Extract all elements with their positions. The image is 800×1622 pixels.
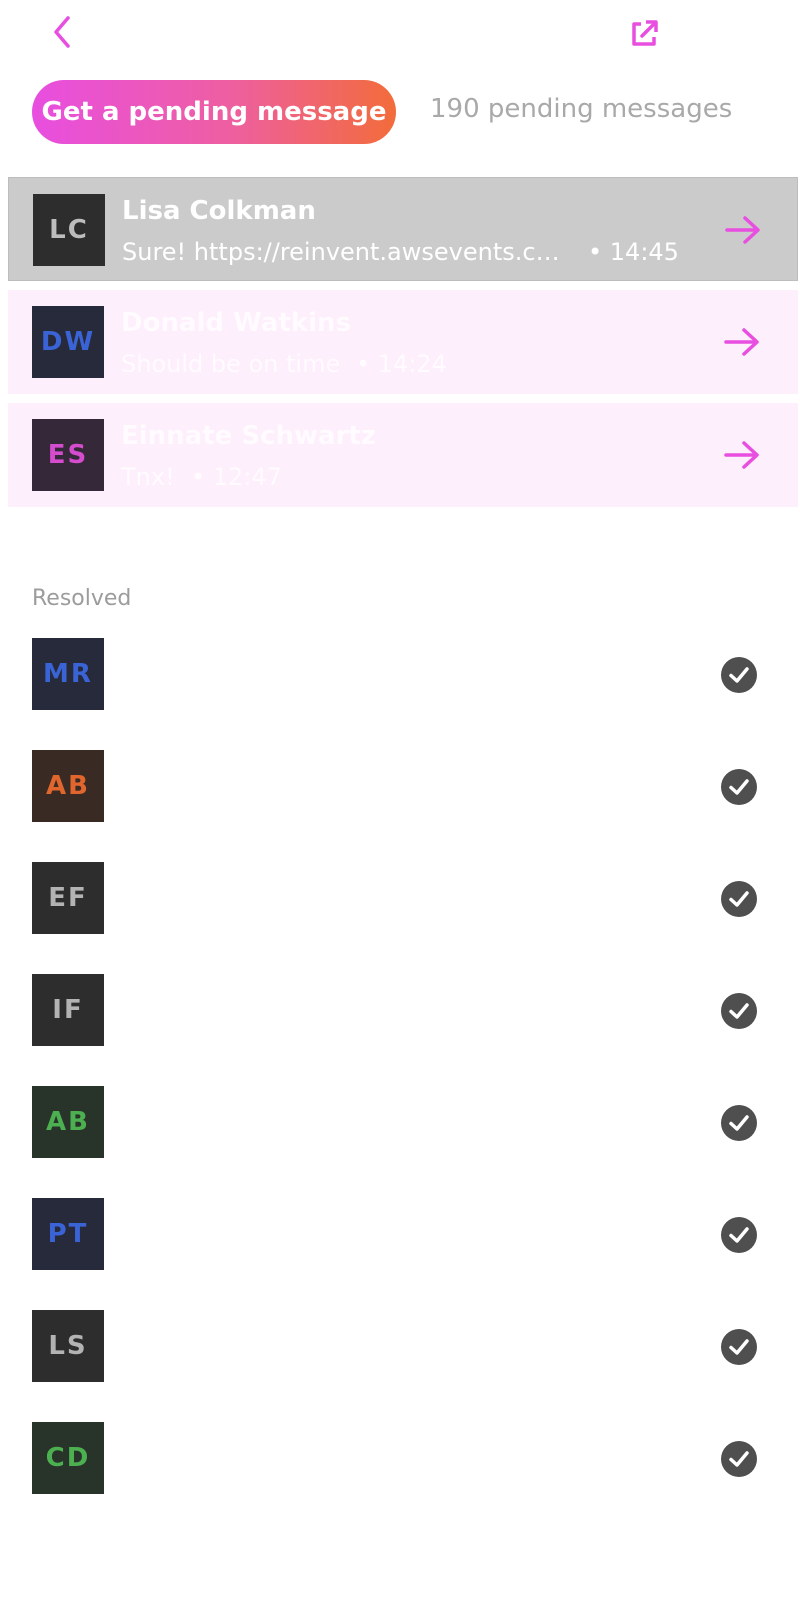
open-external-button[interactable] (628, 18, 660, 50)
arrow-right-icon[interactable] (722, 437, 762, 473)
arrow-right-icon[interactable] (722, 324, 762, 360)
check-circle-icon (720, 1104, 758, 1142)
avatar: LC (33, 194, 105, 266)
avatar: AB (32, 750, 104, 822)
get-pending-message-button[interactable]: Get a pending message (32, 80, 396, 144)
check-circle-icon (720, 656, 758, 694)
resolved-item[interactable]: CD (0, 1418, 800, 1530)
message-preview: Should be on time (121, 350, 341, 378)
avatar: CD (32, 1422, 104, 1494)
avatar: EF (32, 862, 104, 934)
conversation-item[interactable]: ES Einnate Schwartz Tnx! • 12:47 (8, 403, 798, 507)
resolved-item[interactable]: EF (0, 858, 800, 970)
resolved-list: MR AB EF IF AB PT LS CD (0, 634, 800, 1530)
avatar: PT (32, 1198, 104, 1270)
conversation-item[interactable]: LC Lisa Colkman Sure! https://reinvent.aws… (8, 177, 798, 281)
message-time: • 12:47 (191, 463, 282, 491)
check-circle-icon (720, 1328, 758, 1366)
avatar: ES (32, 419, 104, 491)
conversation-item[interactable]: DW Donald Watkins Should be on time • 14:24 (8, 290, 798, 394)
resolved-item[interactable]: LS (0, 1306, 800, 1418)
message-preview: Sure! https://reinvent.awsevents.co… (122, 238, 572, 266)
resolved-item[interactable]: PT (0, 1194, 800, 1306)
avatar: IF (32, 974, 104, 1046)
top-bar (0, 0, 800, 70)
resolved-item[interactable]: MR (0, 634, 800, 746)
check-circle-icon (720, 992, 758, 1030)
pending-count: 190 pending messages (430, 94, 733, 124)
resolved-item[interactable]: AB (0, 1082, 800, 1194)
back-button[interactable] (48, 14, 78, 50)
message-time: • 14:45 (588, 238, 679, 266)
check-circle-icon (720, 1440, 758, 1478)
check-circle-icon (720, 880, 758, 918)
message-time: • 14:24 (356, 350, 447, 378)
resolved-item[interactable]: IF (0, 970, 800, 1082)
contact-name: Lisa Colkman (122, 196, 316, 226)
arrow-right-icon[interactable] (723, 212, 763, 248)
resolved-item[interactable]: AB (0, 746, 800, 858)
resolved-section-label: Resolved (32, 586, 132, 611)
contact-name: Einnate Schwartz (121, 421, 376, 451)
avatar: LS (32, 1310, 104, 1382)
contact-name: Donald Watkins (121, 308, 351, 338)
avatar: AB (32, 1086, 104, 1158)
message-preview: Tnx! (121, 463, 175, 491)
check-circle-icon (720, 1216, 758, 1254)
external-link-icon (632, 20, 658, 46)
avatar: DW (32, 306, 104, 378)
avatar: MR (32, 638, 104, 710)
chevron-left-icon (54, 16, 70, 48)
check-circle-icon (720, 768, 758, 806)
conversation-list: LC Lisa Colkman Sure! https://reinvent.aws… (8, 177, 798, 516)
